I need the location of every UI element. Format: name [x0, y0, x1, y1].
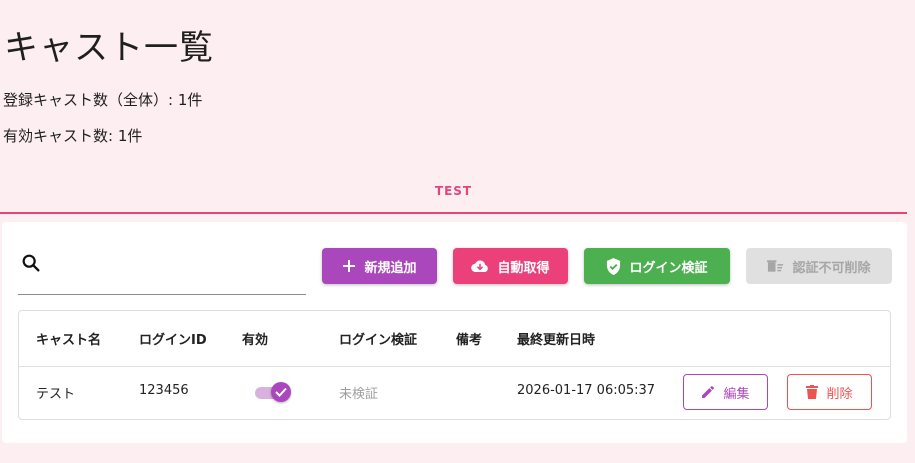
trash-icon [806, 385, 819, 399]
header-updated-at: 最終更新日時 [517, 333, 596, 348]
plus-icon [343, 260, 356, 272]
enabled-toggle[interactable] [255, 382, 291, 404]
header-login-id: ログインID [139, 333, 207, 348]
delete-sweep-icon [767, 260, 784, 272]
edit-button-label: 編集 [723, 386, 750, 402]
login-verify-button[interactable]: ログイン検証 [584, 248, 730, 284]
check-icon [275, 387, 287, 397]
header-divider [19, 366, 890, 367]
delete-unverified-button[interactable]: 認証不可削除 [746, 248, 892, 284]
auto-fetch-button-label: 自動取得 [497, 260, 550, 276]
cast-panel: 新規追加 自動取得 ログイン検証 認証不可削除 キャスト名 ログインID 有効 … [2, 222, 907, 443]
cast-table: キャスト名 ログインID 有効 ログイン検証 備考 最終更新日時 テスト 123… [18, 310, 891, 420]
search-icon [22, 254, 40, 272]
add-cast-button[interactable]: 新規追加 [322, 248, 437, 284]
search-input[interactable] [18, 244, 306, 295]
delete-unverified-button-label: 認証不可削除 [792, 260, 871, 276]
cell-login-id: 123456 [139, 383, 189, 398]
cloud-download-icon [471, 260, 489, 273]
header-login-verification: ログイン検証 [339, 333, 418, 348]
shield-check-icon [607, 257, 621, 275]
header-cast-name: キャスト名 [36, 333, 102, 348]
page-title: キャスト一覧 [4, 28, 214, 68]
cell-cast-name: テスト [36, 387, 76, 402]
login-verify-button-label: ログイン検証 [629, 260, 708, 276]
header-note: 備考 [456, 333, 483, 348]
cell-login-verification: 未検証 [339, 387, 379, 402]
header-enabled: 有効 [242, 333, 269, 348]
delete-button-label: 削除 [826, 386, 853, 402]
registered-cast-count: 登録キャスト数（全体）: 1件 [3, 91, 203, 109]
delete-button[interactable]: 削除 [787, 374, 872, 410]
active-cast-count: 有効キャスト数: 1件 [3, 127, 143, 145]
edit-button[interactable]: 編集 [683, 374, 768, 410]
auto-fetch-button[interactable]: 自動取得 [453, 248, 568, 284]
tab-test[interactable]: TEST [0, 170, 907, 214]
cell-updated-at: 2026-01-17 06:05:37 [517, 383, 656, 398]
add-cast-button-label: 新規追加 [364, 260, 417, 276]
pencil-icon [702, 385, 715, 398]
toggle-thumb [271, 382, 291, 402]
